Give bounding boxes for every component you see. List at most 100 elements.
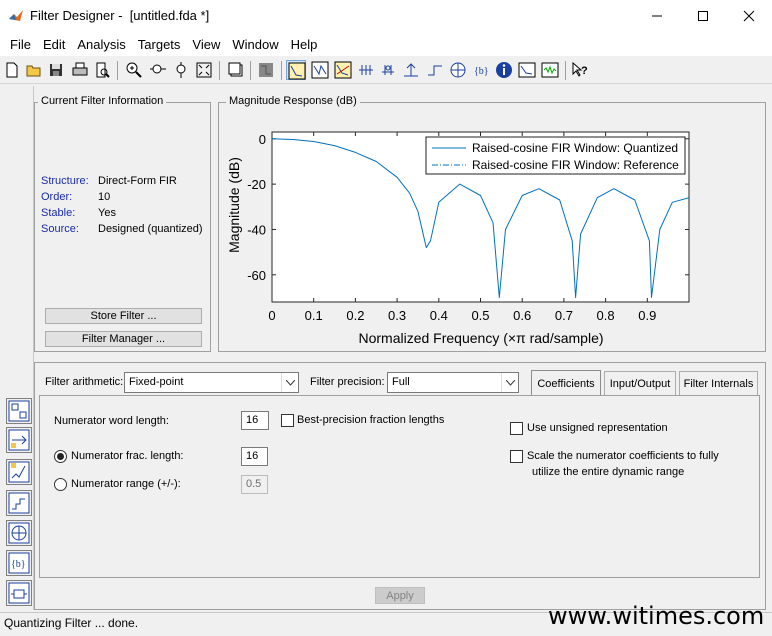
apply-button[interactable]: Apply	[375, 587, 425, 604]
menu-edit[interactable]: Edit	[37, 37, 71, 52]
x-tick-label: 0.4	[430, 308, 448, 323]
chevron-down-icon	[281, 373, 298, 392]
sidebar-transform-icon[interactable]	[6, 398, 32, 424]
minimize-icon	[652, 15, 662, 17]
store-filter-button[interactable]: Store Filter ...	[45, 308, 202, 324]
sidebar-realize-model-icon[interactable]	[6, 580, 32, 606]
numerator-frac-length-input[interactable]: 16	[241, 447, 268, 466]
y-tick-label: -40	[247, 222, 266, 237]
stable-label: Stable:	[41, 207, 76, 219]
x-tick-label: 0.1	[305, 308, 323, 323]
step-response-icon[interactable]	[425, 60, 445, 80]
x-tick-label: 0	[268, 308, 275, 323]
sidebar-multirate-icon[interactable]: {b}	[6, 550, 32, 576]
group-delay-icon[interactable]	[356, 60, 376, 80]
round-off-noise-icon[interactable]	[540, 60, 560, 80]
open-icon[interactable]	[24, 60, 44, 80]
svg-text:?: ?	[581, 65, 588, 77]
legend-quantized: Raised-cosine FIR Window: Quantized	[472, 141, 678, 155]
sidebar-convert-structure-icon[interactable]	[6, 427, 32, 453]
numerator-frac-length-label: Numerator frac. length:	[71, 450, 184, 462]
x-tick-label: 0.6	[513, 308, 531, 323]
filter-precision-label: Filter precision:	[310, 376, 385, 388]
tab-input-output[interactable]: Input/Output	[604, 371, 676, 395]
full-view-icon[interactable]	[194, 60, 214, 80]
numerator-range-input[interactable]: 0.5	[241, 475, 268, 494]
window-title: Filter Designer - [untitled.fda *]	[30, 8, 210, 23]
x-tick-label: 0.2	[346, 308, 364, 323]
source-label: Source:	[41, 223, 79, 235]
best-precision-checkbox[interactable]	[281, 414, 294, 427]
status-text: Quantizing Filter ... done.	[4, 616, 139, 630]
magnitude-response-icon[interactable]	[286, 60, 306, 80]
filter-arithmetic-value: Fixed-point	[129, 376, 184, 388]
filter-arithmetic-select[interactable]: Fixed-point	[124, 372, 299, 393]
pole-zero-icon[interactable]	[448, 60, 468, 80]
y-axis-label: Magnitude (dB)	[226, 157, 242, 253]
filter-specs-icon[interactable]	[256, 60, 276, 80]
minimize-button[interactable]	[634, 0, 680, 32]
menu-file[interactable]: File	[4, 37, 37, 52]
order-value: 10	[98, 191, 111, 203]
zoom-x-icon[interactable]	[148, 60, 168, 80]
toolbar: {b} ?	[0, 58, 772, 84]
sidebar-pole-zero-editor-icon[interactable]	[6, 520, 32, 546]
structure-label: Structure:	[41, 175, 89, 187]
numerator-word-length-label: Numerator word length:	[54, 415, 169, 427]
x-axis-label: Normalized Frequency (×π rad/sample)	[358, 330, 603, 346]
save-icon[interactable]	[46, 60, 66, 80]
tab-filter-internals[interactable]: Filter Internals	[679, 371, 758, 395]
numerator-range-label: Numerator range (+/-):	[71, 478, 181, 490]
watermark: www.witimes.com	[548, 602, 765, 630]
sidebar-quantization-icon[interactable]	[6, 490, 32, 516]
source-value: Designed (quantized)	[98, 223, 203, 235]
magnitude-phase-icon[interactable]	[333, 60, 353, 80]
y-tick-label: -60	[247, 268, 266, 283]
svg-text:{b}: {b}	[474, 66, 489, 77]
x-tick-label: 0.8	[597, 308, 615, 323]
menu-analysis[interactable]: Analysis	[71, 37, 131, 52]
filter-precision-value: Full	[392, 376, 410, 388]
x-tick-label: 0.5	[471, 308, 489, 323]
legend-reference: Raised-cosine FIR Window: Reference	[472, 158, 679, 172]
new-figure-icon[interactable]	[226, 60, 246, 80]
zoom-in-icon[interactable]	[124, 60, 144, 80]
maximize-button[interactable]	[680, 0, 726, 32]
menu-view[interactable]: View	[186, 37, 226, 52]
chart-legend: Raised-cosine FIR Window: Quantized Rais…	[425, 136, 686, 175]
numerator-word-length-input[interactable]: 16	[241, 411, 269, 430]
magnitude-estimate-icon[interactable]	[517, 60, 537, 80]
menu-targets[interactable]: Targets	[132, 37, 187, 52]
stable-value: Yes	[98, 207, 116, 219]
whats-this-icon[interactable]: ?	[570, 60, 590, 80]
current-filter-title: Current Filter Information	[38, 95, 167, 107]
x-tick-label: 0.3	[388, 308, 406, 323]
close-button[interactable]	[726, 0, 772, 32]
phase-delay-icon[interactable]	[378, 60, 398, 80]
filter-info-icon[interactable]	[494, 60, 514, 80]
toolbar-separator	[219, 61, 220, 80]
impulse-response-icon[interactable]	[401, 60, 421, 80]
zoom-y-icon[interactable]	[172, 60, 192, 80]
numerator-frac-length-radio[interactable]	[54, 450, 67, 463]
menu-bar: File Edit Analysis Targets View Window H…	[0, 32, 772, 56]
numerator-range-radio[interactable]	[54, 478, 67, 491]
toolbar-separator	[281, 61, 282, 80]
scale-coefficients-checkbox[interactable]	[510, 450, 523, 463]
tab-coefficients[interactable]: Coefficients	[531, 370, 601, 396]
print-icon[interactable]	[70, 60, 90, 80]
toolbar-separator	[250, 61, 251, 80]
new-icon[interactable]	[2, 60, 22, 80]
unsigned-representation-checkbox[interactable]	[510, 422, 523, 435]
filter-precision-select[interactable]: Full	[387, 372, 519, 393]
menu-window[interactable]: Window	[226, 37, 284, 52]
print-preview-icon[interactable]	[92, 60, 112, 80]
menu-help[interactable]: Help	[285, 37, 324, 52]
scale-coefficients-label-1: Scale the numerator coefficients to full…	[527, 450, 719, 462]
phase-response-icon[interactable]	[310, 60, 330, 80]
magnitude-response-chart[interactable]: 0 0.1 0.2 0.3 0.4 0.5 0.6 0.7 0.8 0.9 0 -20 -40 -60 M…	[220, 110, 764, 350]
sidebar-import-filter-icon[interactable]	[6, 459, 32, 485]
filter-manager-button[interactable]: Filter Manager ...	[45, 331, 202, 347]
filter-coefficients-icon[interactable]: {b}	[471, 60, 491, 80]
structure-value: Direct-Form FIR	[98, 175, 177, 187]
